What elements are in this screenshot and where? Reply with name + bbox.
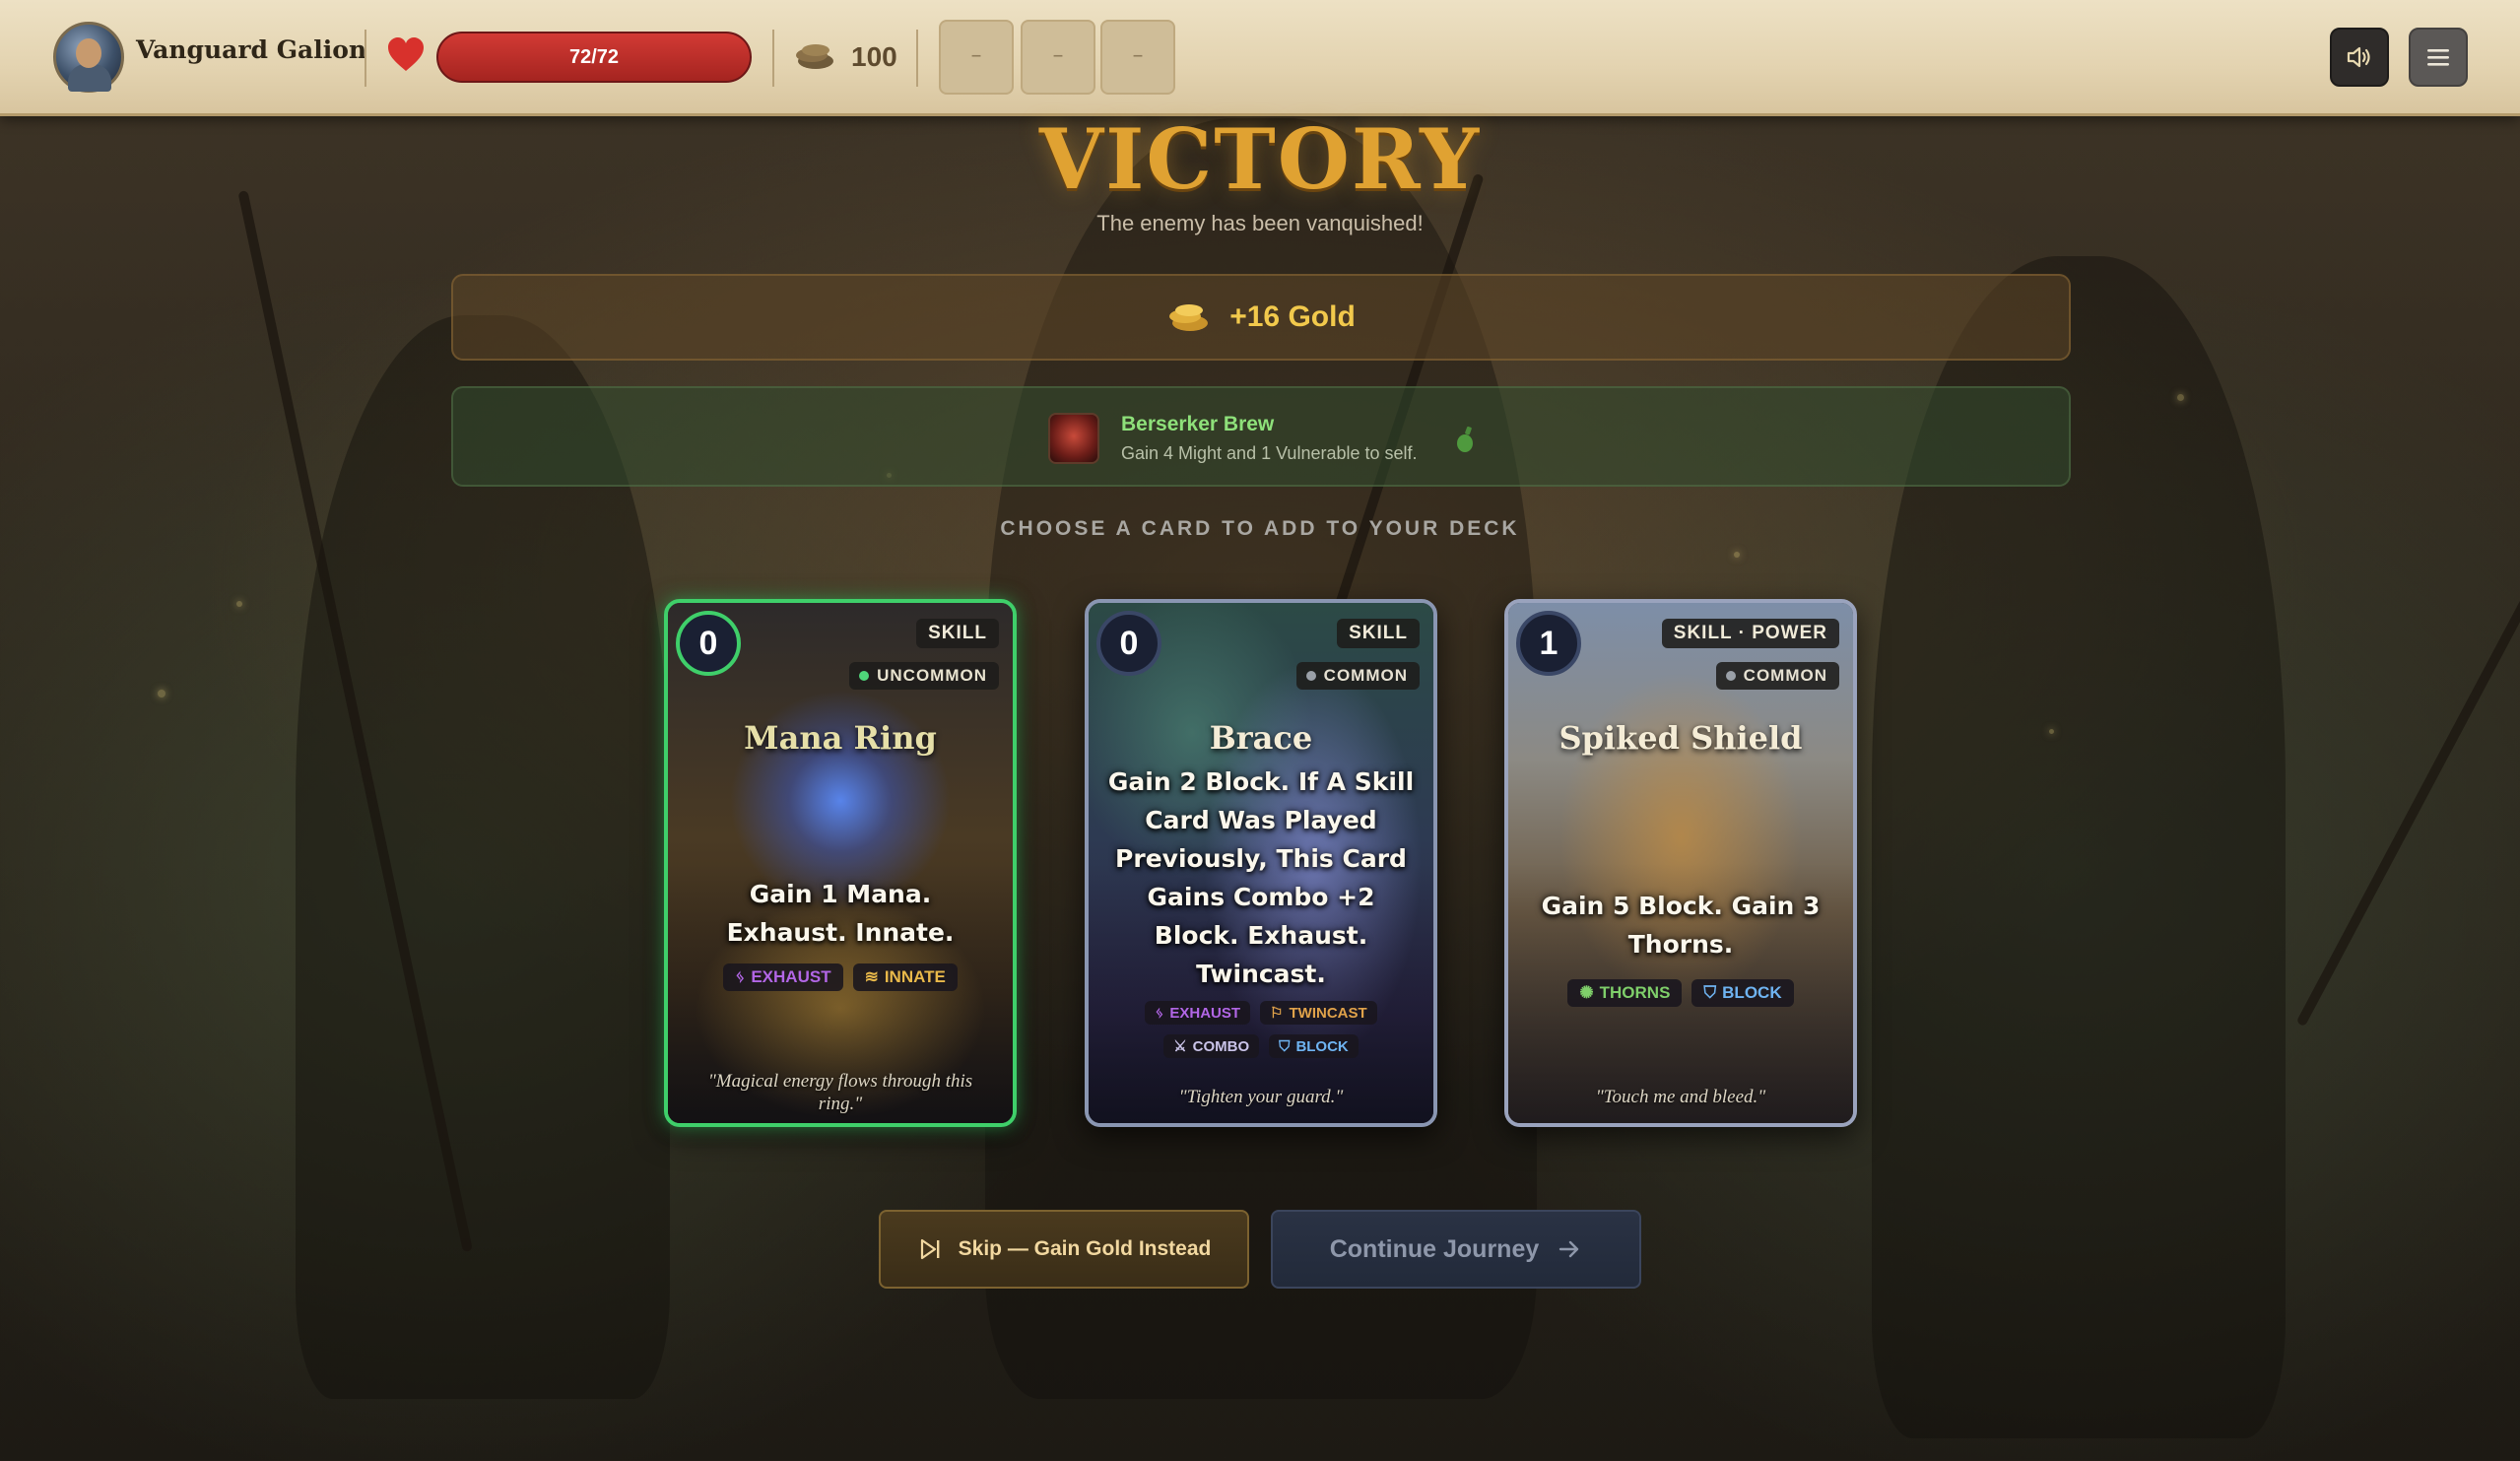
card-description: Gain 1 Mana. Exhaust. Innate. bbox=[726, 880, 955, 947]
tag-exhaust: ᛃ EXHAUST bbox=[1145, 1001, 1251, 1025]
tag-label: THORNS bbox=[1599, 983, 1671, 1002]
card-flavor-text: "Tighten your guard." bbox=[1178, 1087, 1344, 1107]
tag-label: EXHAUST bbox=[1169, 1004, 1241, 1022]
card-rarity-badge: COMMON bbox=[1295, 662, 1420, 690]
card-flavor-text: "Magical energy flows through this ring.… bbox=[707, 1071, 973, 1114]
potion-slot-1[interactable]: – bbox=[939, 20, 1014, 95]
menu-button[interactable] bbox=[2409, 28, 2468, 87]
card-name: Mana Ring bbox=[744, 719, 937, 757]
hp-bar: 72/72 bbox=[436, 32, 752, 83]
card-rarity-badge: UNCOMMON bbox=[849, 662, 999, 690]
light-mote bbox=[2049, 729, 2054, 734]
tag-thorns: ✺ THORNS bbox=[1567, 979, 1683, 1007]
tag-innate: ≋ INNATE bbox=[852, 963, 958, 991]
reward-card-spiked-shield[interactable]: 1 SKILL · POWER COMMON Spiked Shield Gai… bbox=[1504, 599, 1857, 1127]
rarity-dot-icon bbox=[1305, 671, 1316, 681]
card-cost: 0 bbox=[1096, 611, 1161, 676]
card-name: Brace bbox=[1209, 719, 1313, 757]
card-cost: 1 bbox=[1516, 611, 1581, 676]
card-type-badge: SKILL bbox=[916, 619, 999, 648]
coins-icon bbox=[796, 44, 833, 69]
card-tags: ✺ THORNS ⛉ BLOCK bbox=[1508, 979, 1853, 1007]
avatar-face bbox=[76, 38, 101, 68]
gold-reward-row[interactable]: +16 Gold bbox=[451, 274, 2071, 361]
tag-label: COMBO bbox=[1192, 1037, 1250, 1055]
tag-label: EXHAUST bbox=[751, 967, 831, 986]
coins-icon bbox=[1169, 304, 1209, 331]
tag-label: INNATE bbox=[884, 967, 946, 986]
bg-bow-right bbox=[2295, 569, 2520, 1028]
tag-twincast: ⚐ TWINCAST bbox=[1260, 1001, 1377, 1025]
potion-reward-row[interactable]: Berserker Brew Gain 4 Might and 1 Vulner… bbox=[451, 386, 2071, 487]
tag-combo: ⚔ COMBO bbox=[1163, 1034, 1260, 1058]
shield-icon: ⛉ bbox=[1279, 1037, 1291, 1055]
thorns-icon: ✺ bbox=[1579, 983, 1594, 1002]
card-tags: ᛃ EXHAUST ⚐ TWINCAST ⚔ COMBO ⛉ BLOCK bbox=[1089, 1001, 1433, 1058]
combo-icon: ⚔ bbox=[1173, 1038, 1187, 1055]
card-rarity: UNCOMMON bbox=[877, 666, 987, 685]
continue-button-label: Continue Journey bbox=[1329, 1234, 1540, 1263]
tag-label: BLOCK bbox=[1722, 983, 1782, 1002]
gold-reward-text: +16 Gold bbox=[1229, 300, 1356, 333]
reward-card-brace[interactable]: 0 SKILL COMMON Brace Gain 2 Block. If A … bbox=[1085, 599, 1437, 1127]
hero-name: Vanguard Galion bbox=[136, 35, 367, 64]
victory-subtitle: The enemy has been vanquished! bbox=[1096, 211, 1424, 235]
tag-block: ⛉ BLOCK bbox=[1269, 1034, 1359, 1058]
skip-button-label: Skip — Gain Gold Instead bbox=[958, 1237, 1212, 1260]
hamburger-menu-icon bbox=[2427, 49, 2449, 66]
arrow-right-icon bbox=[1559, 1240, 1579, 1258]
victory-title: VICTORY bbox=[1038, 110, 1482, 208]
avatar-body bbox=[68, 64, 111, 92]
reward-card-mana-ring[interactable]: 0 SKILL UNCOMMON Mana Ring Gain 1 Mana. … bbox=[664, 599, 1017, 1127]
exhaust-icon: ᛃ bbox=[735, 967, 746, 986]
card-flavor-text: "Touch me and bleed." bbox=[1595, 1087, 1766, 1107]
light-mote bbox=[2177, 394, 2184, 401]
card-description: Gain 2 Block. If A Skill Card Was Played… bbox=[1107, 767, 1415, 988]
hero-avatar[interactable] bbox=[53, 22, 124, 93]
card-rarity: COMMON bbox=[1743, 666, 1827, 685]
rarity-dot-icon bbox=[859, 671, 870, 681]
exhaust-icon: ᛃ bbox=[1155, 1004, 1164, 1022]
shield-icon: ⛉ bbox=[1703, 983, 1717, 1002]
card-type-badge: SKILL bbox=[1337, 619, 1420, 648]
card-type-badge: SKILL · POWER bbox=[1661, 619, 1839, 648]
innate-icon: ≋ bbox=[864, 967, 879, 986]
potion-slot-3[interactable]: – bbox=[1100, 20, 1175, 95]
choose-card-label: CHOOSE A CARD TO ADD TO YOUR DECK bbox=[1000, 517, 1520, 540]
card-cost: 0 bbox=[676, 611, 741, 676]
skip-gain-gold-button[interactable]: Skip — Gain Gold Instead bbox=[879, 1210, 1249, 1289]
potion-description: Gain 4 Might and 1 Vulnerable to self. bbox=[1121, 443, 1418, 463]
potion-name: Berserker Brew bbox=[1121, 413, 1275, 435]
tag-exhaust: ᛃ EXHAUST bbox=[723, 963, 843, 991]
tag-label: BLOCK bbox=[1295, 1037, 1349, 1055]
rarity-dot-icon bbox=[1725, 671, 1736, 681]
sound-button[interactable] bbox=[2330, 28, 2389, 87]
potion-flask-icon bbox=[1457, 426, 1473, 452]
heart-icon bbox=[388, 37, 424, 71]
potion-slot-2[interactable]: – bbox=[1021, 20, 1095, 95]
skip-icon bbox=[920, 1238, 940, 1260]
card-tags: ᛃ EXHAUST ≋ INNATE bbox=[668, 963, 1013, 991]
speaker-icon bbox=[2347, 46, 2370, 68]
potion-image bbox=[1048, 413, 1099, 464]
card-description: Gain 5 Block. Gain 3 Thorns. bbox=[1541, 892, 1821, 959]
card-rarity-badge: COMMON bbox=[1715, 662, 1839, 690]
hp-text: 72/72 bbox=[568, 46, 620, 68]
card-name: Spiked Shield bbox=[1558, 719, 1803, 757]
light-mote bbox=[158, 690, 166, 697]
light-mote bbox=[1734, 552, 1740, 558]
divider bbox=[916, 30, 918, 87]
light-mote bbox=[236, 601, 242, 607]
tag-label: TWINCAST bbox=[1289, 1004, 1367, 1022]
divider bbox=[365, 30, 366, 87]
continue-journey-button[interactable]: Continue Journey bbox=[1271, 1210, 1641, 1289]
top-status-bar: Vanguard Galion 72/72 100 – – – bbox=[0, 0, 2520, 116]
tag-block: ⛉ BLOCK bbox=[1691, 979, 1794, 1007]
card-rarity: COMMON bbox=[1323, 666, 1408, 685]
divider bbox=[772, 30, 774, 87]
twincast-icon: ⚐ bbox=[1270, 1005, 1284, 1022]
gold-amount: 100 bbox=[851, 41, 897, 72]
